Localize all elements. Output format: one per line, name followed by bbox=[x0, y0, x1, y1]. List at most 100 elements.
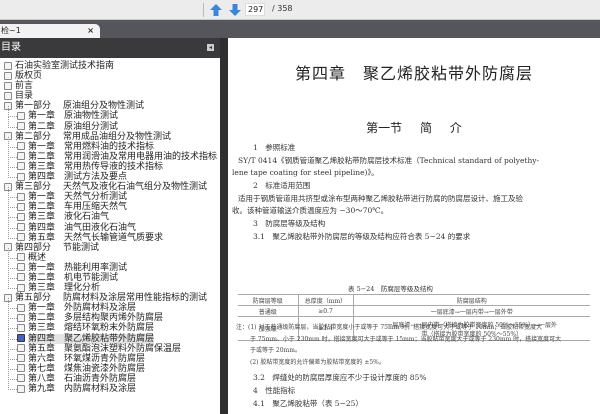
toc-item-label: 第二章 多层结构聚丙烯外防腐层 bbox=[28, 313, 163, 323]
toc-item-label: 第六章 环氧煤沥青外防腐层 bbox=[28, 354, 145, 364]
toc-item[interactable]: 版权页 bbox=[0, 71, 220, 81]
toc-item-text: 石油沥青外防腐层 bbox=[64, 373, 137, 384]
bookmark-icon bbox=[17, 192, 25, 201]
toc-item-number: 第四章 bbox=[28, 333, 56, 344]
table-cell: 普通级 bbox=[238, 305, 299, 317]
toc-item[interactable]: 第四部分 节能测试 bbox=[0, 243, 220, 253]
toolbar: 297 / 358 bbox=[0, 0, 600, 20]
toc-item-label: 第四部分 节能测试 bbox=[15, 243, 99, 253]
toc-item[interactable]: 第二章 常用润滑油及常用电器用油的技术指标 bbox=[0, 146, 220, 162]
text-line: 注：(1) 对于普通级防腐层，当胶粘带宽度小于或等于 75mm 时，搭接宽度可大… bbox=[236, 324, 543, 331]
toc-item-text: 测试方法及要点 bbox=[64, 172, 128, 183]
toc-item[interactable]: 第二章 多层结构聚丙烯外防腐层 bbox=[0, 308, 220, 323]
toc-item[interactable]: 第四章 油气田液化石油气 bbox=[0, 217, 220, 233]
toc-item[interactable]: 第五部分 防腐材料及涂层常用性能指标的测试 bbox=[0, 293, 220, 303]
text-line: 4 性能指标 bbox=[253, 386, 296, 395]
toc-item[interactable]: 第一章 常用燃料油的技术指标 bbox=[0, 136, 220, 152]
page-number-input[interactable]: 297 bbox=[245, 3, 265, 16]
toc-item-label: 第三章 常用热传导液的技术指标 bbox=[28, 162, 163, 172]
toc-item[interactable]: 第三部分 天然气及液化石油气组分及物性测试 bbox=[0, 182, 220, 192]
toc-item[interactable]: 第五章 天然气长输管道气质要求 bbox=[0, 227, 220, 243]
toc-item-text: 液化石油气 bbox=[64, 212, 110, 223]
toc-item-number: 第三部分 bbox=[15, 182, 52, 193]
toc-item-text: 理化分析 bbox=[64, 283, 101, 294]
table-header: 防腐层结构 bbox=[352, 294, 590, 306]
toc-item-number: 第四章 bbox=[28, 222, 56, 233]
toc-item-label: 第三章 熔结环氧粉末外防腐层 bbox=[28, 323, 154, 333]
arrow-up-icon[interactable] bbox=[209, 3, 223, 17]
toc-item[interactable]: 第三章 液化石油气 bbox=[0, 207, 220, 223]
toc-item[interactable]: 第七章 煤焦油瓷漆外防腐层 bbox=[0, 358, 220, 374]
toc-item[interactable]: 第二章 机电节能测试 bbox=[0, 267, 220, 283]
toc-item-text: 前言 bbox=[15, 81, 34, 92]
toc-item-label: 第一章 外防腐材料及涂层 bbox=[28, 303, 136, 313]
toc-item-number: 第四部分 bbox=[15, 242, 52, 253]
toc-header: 目录 ◂ bbox=[0, 38, 220, 58]
bookmark-icon bbox=[17, 283, 25, 292]
toc-item[interactable]: 第一部分 原油组分及物性测试 bbox=[0, 101, 220, 111]
document-page: 第四章 聚乙烯胶粘带外防腐层 第一节 简 介 表 5−24 防腐层等级及结构 防… bbox=[228, 38, 600, 414]
toc-item-label: 概述 bbox=[28, 253, 46, 263]
toc-item[interactable]: 第三章 熔结环氧粉末外防腐层 bbox=[0, 318, 220, 333]
toc-item[interactable]: 第一章 天然气分析测试 bbox=[0, 187, 220, 203]
toc-item[interactable]: 前言 bbox=[0, 81, 220, 91]
toc-item[interactable]: 第三章 理化分析 bbox=[0, 278, 220, 294]
toc-item-text: 常用热传导液的技术指标 bbox=[64, 161, 164, 172]
toc-item-label: 第四章 聚乙烯胶粘带外防腐层 bbox=[28, 333, 155, 344]
toc-item-text: 热能利用率测试 bbox=[64, 262, 128, 273]
toc-item[interactable]: 第五章 聚氨酯泡沫塑料外防腐保温层 bbox=[0, 338, 220, 354]
toc-item[interactable]: 第一章 热能利用率测试 bbox=[0, 257, 220, 273]
toc-item[interactable]: 石油实验室测试技术指南 bbox=[0, 61, 220, 71]
toc-item-number: 第三章 bbox=[28, 212, 56, 223]
toc-item-number: 第三章 bbox=[28, 283, 56, 294]
toc-item[interactable]: 第一章 外防腐材料及涂层 bbox=[0, 298, 220, 313]
text-line: 2 标准适用范围 bbox=[253, 181, 311, 190]
bookmark-icon bbox=[17, 263, 25, 272]
toc-item-label: 第八章 石油沥青外防腐层 bbox=[28, 374, 136, 384]
bookmark-icon bbox=[17, 273, 25, 282]
toc-item[interactable]: 目录 bbox=[0, 91, 220, 101]
toc-item-number: 第七章 bbox=[28, 363, 56, 374]
table-row: 普通级 ≥0.7 一层底漆→一层内带→一层外带 bbox=[238, 305, 590, 317]
toc-item[interactable]: 第二部分 常用成品油组分及物性测试 bbox=[0, 132, 220, 142]
document-tab[interactable]: 检~1 × bbox=[0, 24, 100, 38]
text-line: 3 防腐层等级及结构 bbox=[253, 219, 326, 228]
arrow-down-icon[interactable] bbox=[228, 3, 242, 17]
close-icon[interactable]: × bbox=[87, 24, 94, 38]
toc-item[interactable]: 第四章 测试方法及要点 bbox=[0, 166, 220, 183]
toc-item-number: 第一章 bbox=[28, 192, 56, 203]
toc-item-label: 第二章 常用润滑油及常用电器用油的技术指标 bbox=[28, 152, 217, 162]
text-line: (2) 胶粘带宽度的允许偏差为胶粘带宽度的 ±5%。 bbox=[250, 359, 385, 366]
toc-item[interactable]: 第六章 环氧煤沥青外防腐层 bbox=[0, 348, 220, 364]
toc-item-label: 第五部分 防腐材料及涂层常用性能指标的测试 bbox=[15, 293, 207, 303]
toc-item-label: 版权页 bbox=[15, 71, 42, 81]
toc-item-label: 第一部分 原油组分及物性测试 bbox=[15, 101, 144, 111]
toc-item[interactable]: 概述 bbox=[0, 247, 220, 263]
toc-item[interactable]: 第二章 车用压缩天然气 bbox=[0, 197, 220, 213]
toc-item[interactable]: 第一章 原油物性测试 bbox=[0, 106, 220, 122]
toc-item-text: 机电节能测试 bbox=[64, 272, 119, 283]
panel-splitter[interactable] bbox=[220, 38, 228, 414]
toc-item[interactable]: 第四章 聚乙烯胶粘带外防腐层 bbox=[0, 328, 220, 344]
collapse-panel-icon[interactable]: ◂ bbox=[207, 44, 214, 51]
bookmark-icon bbox=[17, 111, 25, 120]
toc-item-number: 第六章 bbox=[28, 353, 56, 364]
toc-item[interactable]: 第八章 石油沥青外防腐层 bbox=[0, 368, 220, 384]
toc-item-text: 目录 bbox=[15, 91, 34, 102]
toc-item-label: 第七章 煤焦油瓷漆外防腐层 bbox=[28, 364, 145, 374]
bookmark-icon bbox=[17, 303, 25, 312]
toc-tree: 石油实验室测试技术指南 版权页 前言 目录 第一部分 原油组分及物性测试 第一章 原油物性测试… bbox=[0, 58, 220, 394]
toc-item-text: 原油物性测试 bbox=[64, 111, 119, 122]
toc-item[interactable]: 第九章 内防腐材料及涂层 bbox=[0, 378, 220, 394]
toc-item-text: 多层结构聚丙烯外防腐层 bbox=[64, 313, 164, 324]
bookmark-icon bbox=[17, 212, 25, 221]
toc-item-text: 天然气分析测试 bbox=[64, 192, 128, 203]
toc-item-text: 版权页 bbox=[15, 71, 43, 82]
tab-label: 检~1 bbox=[1, 26, 21, 35]
toc-item[interactable]: 第三章 常用热传导液的技术指标 bbox=[0, 156, 220, 172]
toc-item-text: 车用压缩天然气 bbox=[64, 202, 128, 213]
toc-item[interactable]: 第二章 原油组分测试 bbox=[0, 116, 220, 132]
toc-item-text: 天然气及液化石油气组分及物性测试 bbox=[63, 182, 208, 193]
toc-item-number: 第三章 bbox=[28, 161, 56, 172]
bookmark-icon bbox=[17, 354, 25, 363]
